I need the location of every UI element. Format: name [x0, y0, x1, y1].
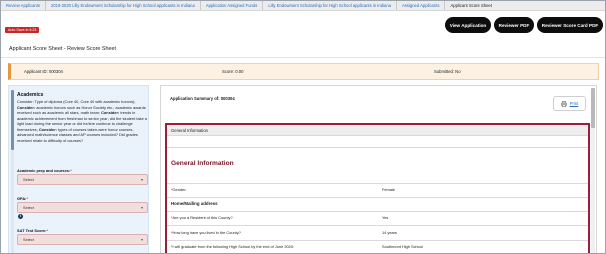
printer-icon — [560, 100, 567, 107]
sat-score-label-text: SAT Test Score: — [17, 228, 47, 233]
application-summary-panel: Application Summary of: 000304 Print Gen… — [160, 85, 597, 253]
sat-score-select[interactable]: Select ▾ — [17, 234, 148, 245]
reviewer-score-card-pdf-button[interactable]: Reviewer Score Card PDF — [537, 17, 603, 33]
academics-heading: Academics — [17, 92, 44, 98]
divider — [167, 211, 588, 212]
gpa-label: GPA:* — [17, 196, 28, 201]
applicant-info-bar: Applicant ID: 000304 Score: 0.00 Submitt… — [8, 63, 599, 80]
application-summary-heading: Application Summary of: 000304 — [170, 96, 235, 101]
home-address-subheading: Home/Mailing address — [171, 201, 218, 206]
score-value: Score: 0.00 — [222, 69, 244, 74]
sat-score-value: Select — [23, 237, 34, 242]
breadcrumb-current: Applicant Score Sheet — [450, 2, 492, 8]
chevron-down-icon: ▾ — [140, 177, 143, 182]
right-scrollbar-thumb[interactable] — [591, 88, 595, 128]
score-criteria-panel: Academics Consider: Type of diploma (Cor… — [8, 85, 149, 253]
required-marker: * — [46, 228, 48, 233]
academic-prep-label: Academic prep and courses:* — [17, 168, 72, 173]
resident-answer: Yes — [382, 215, 389, 220]
high-school-question: *I will graduate from the following High… — [171, 244, 295, 249]
resident-question: *Are you a Resident of this County? — [171, 215, 233, 220]
app-frame: Review Applicants 2019-2020 Lilly Endowm… — [0, 0, 606, 254]
chevron-down-icon: ▾ — [140, 205, 143, 210]
desc-consider: Consider: — [38, 126, 58, 132]
years-lived-question: *How long have you lived in the County? — [171, 230, 241, 235]
gpa-select[interactable]: Select ▾ — [17, 202, 148, 213]
academic-prep-value: Select — [23, 177, 34, 182]
general-information-header: General Information — [167, 125, 588, 136]
academic-prep-label-text: Academic prep and courses: — [17, 168, 71, 173]
sat-score-label: SAT Test Score:* — [17, 228, 48, 233]
general-information-title: General Information — [171, 160, 234, 167]
page-title: Applicant Score Sheet - Review Score She… — [9, 46, 116, 52]
breadcrumb-scholarship[interactable]: 2019-2020 Lilly Endowment Scholarship fo… — [46, 1, 201, 10]
breadcrumb-assigned-funds[interactable]: Application Assigned Funds — [201, 1, 264, 10]
divider — [167, 183, 588, 184]
divider — [167, 147, 588, 148]
general-information-section: General Information General Information … — [165, 123, 590, 253]
breadcrumb-fund[interactable]: Lilly Endowment Scholarship for High Sch… — [263, 1, 397, 10]
desc-consider: Consider: — [101, 110, 120, 115]
required-marker: * — [70, 168, 72, 173]
chevron-down-icon: ▾ — [140, 237, 143, 242]
divider — [167, 240, 588, 241]
breadcrumb-assigned-applicants[interactable]: Assigned Applicants — [397, 1, 446, 10]
desc-part: Consider: Type of diploma (Core 40, Core… — [17, 99, 136, 104]
gpa-value: Select — [23, 205, 34, 210]
title-divider — [1, 57, 605, 58]
view-application-button[interactable]: View Application — [445, 17, 491, 33]
applicant-id: Applicant ID: 000304 — [24, 69, 63, 74]
divider — [167, 225, 588, 226]
print-label: Print — [569, 101, 579, 106]
divider — [167, 197, 588, 198]
print-button[interactable]: Print — [553, 96, 586, 111]
high-school-answer: Southmont High School — [382, 244, 423, 249]
reviewer-pdf-button[interactable]: Reviewer PDF — [494, 17, 534, 33]
academics-description: Consider: Type of diploma (Core 40, Core… — [17, 99, 147, 143]
gender-answer: Female — [382, 187, 395, 192]
breadcrumb-review-applicants[interactable]: Review Applicants — [1, 1, 46, 10]
submitted-status: Submitted: No — [434, 69, 461, 74]
desc-consider: Consider: — [17, 104, 36, 110]
autosave-badge: Auto Save in 6:23 — [5, 27, 40, 33]
academic-prep-select[interactable]: Select ▾ — [17, 174, 148, 185]
gender-question: *Gender: — [171, 187, 187, 192]
left-scrollbar-thumb[interactable] — [11, 90, 14, 150]
info-icon[interactable]: i — [18, 214, 23, 219]
breadcrumb: Review Applicants 2019-2020 Lilly Endowm… — [1, 1, 605, 11]
years-lived-answer: 14 years — [382, 230, 397, 235]
required-marker: * — [26, 196, 28, 201]
